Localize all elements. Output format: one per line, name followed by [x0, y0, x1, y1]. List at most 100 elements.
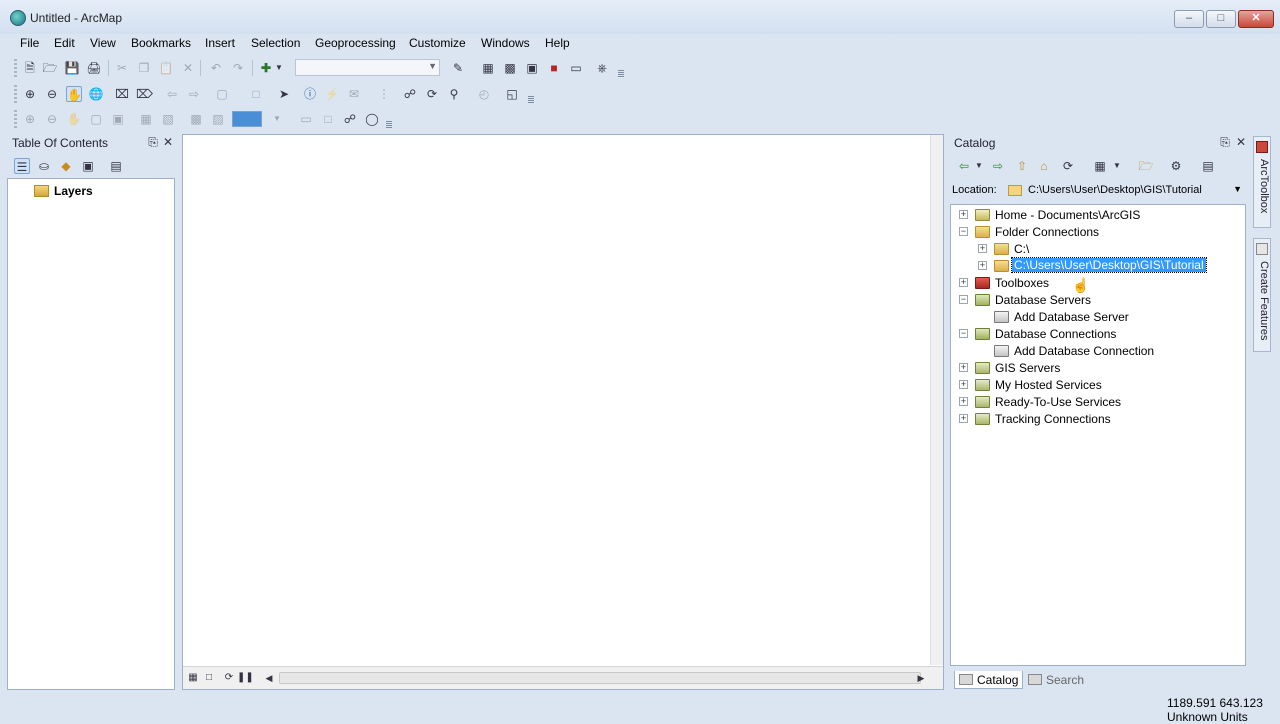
data-frame-layers[interactable]: Layers: [54, 184, 93, 198]
menu-file[interactable]: File: [18, 35, 41, 51]
tree-item-my-hosted-services[interactable]: + My Hosted Services: [951, 377, 1241, 394]
clear-selection-icon[interactable]: □: [248, 86, 264, 102]
location-combo[interactable]: C:\Users\User\Desktop\GIS\Tutorial ▼: [1002, 182, 1242, 200]
tree-item-tutorial-folder[interactable]: + C:\Users\User\Desktop\GIS\Tutorial: [951, 257, 1241, 275]
fixed-zoom-in-icon[interactable]: ⌧: [114, 86, 130, 102]
list-by-source-icon[interactable]: ⛀: [36, 158, 52, 174]
tree-item-tracking-connections[interactable]: + Tracking Connections: [951, 411, 1241, 428]
new-document-icon[interactable]: 🗎: [22, 60, 38, 76]
arctoolbox-icon[interactable]: ■: [546, 60, 562, 76]
redo-icon[interactable]: ↷: [230, 60, 246, 76]
chevron-down-icon[interactable]: ▼: [1233, 184, 1242, 194]
back-arrow-icon[interactable]: ⇦: [956, 158, 972, 174]
home-icon[interactable]: ⌂: [1036, 158, 1052, 174]
fixed-zoom-out-icon[interactable]: ⌦: [136, 86, 153, 102]
tab-search[interactable]: Search: [1024, 671, 1088, 689]
toolbar-grip[interactable]: [14, 59, 17, 77]
catalog-options-icon[interactable]: ▤: [1200, 158, 1216, 174]
maximize-button[interactable]: □: [1206, 10, 1236, 28]
html-popup-icon[interactable]: ✉: [346, 86, 362, 102]
model-builder-icon[interactable]: ⎈: [594, 60, 610, 76]
menu-customize[interactable]: Customize: [407, 35, 468, 51]
paste-icon[interactable]: 📋: [158, 60, 174, 76]
view-options-icon[interactable]: ▦: [1092, 158, 1108, 174]
expand-icon[interactable]: +: [978, 261, 987, 270]
collapse-icon[interactable]: −: [959, 295, 968, 304]
expand-icon[interactable]: +: [959, 397, 968, 406]
time-slider-icon[interactable]: ◴: [476, 86, 492, 102]
close-icon[interactable]: ✕: [1234, 135, 1248, 149]
tree-item-folder-connections[interactable]: − Folder Connections: [951, 224, 1241, 241]
tree-item-gis-servers[interactable]: + GIS Servers: [951, 360, 1241, 377]
create-viewer-window-icon[interactable]: ◱: [504, 86, 520, 102]
scroll-left-icon[interactable]: ◀: [261, 670, 277, 686]
editor-toolbar-icon[interactable]: ✎: [450, 60, 466, 76]
fill-color-swatch[interactable]: [232, 111, 262, 127]
chevron-down-icon[interactable]: ▼: [1112, 158, 1122, 174]
tree-item-c-drive[interactable]: + C:\: [951, 241, 1241, 258]
zoom-in-icon[interactable]: ⊕: [22, 86, 38, 102]
toolbar-grip[interactable]: [14, 85, 17, 103]
bring-to-front-icon[interactable]: ▩: [188, 111, 204, 127]
tree-item-database-servers[interactable]: − Database Servers: [951, 292, 1241, 309]
menu-geoprocessing[interactable]: Geoprocessing: [313, 35, 398, 51]
tree-item-database-connections[interactable]: − Database Connections: [951, 326, 1241, 343]
tree-item-add-database-server[interactable]: Add Database Server: [951, 309, 1241, 326]
full-extent-icon[interactable]: 🌐: [88, 86, 104, 102]
layout-zoom-out-icon[interactable]: ⊖: [44, 111, 60, 127]
copy-icon[interactable]: ❐: [136, 60, 152, 76]
hyperlink-icon[interactable]: ⚡: [324, 86, 340, 102]
tab-catalog[interactable]: Catalog: [954, 671, 1024, 689]
cut-icon[interactable]: ✂: [114, 60, 130, 76]
open-icon[interactable]: 🗁: [42, 60, 58, 76]
map-display[interactable]: ▦ □ ⟳ ❚❚ ◀ ▶: [182, 134, 944, 690]
toolbar-options-icon[interactable]: [386, 121, 392, 129]
layout-zoom-in-icon[interactable]: ⊕: [22, 111, 38, 127]
toc-options-icon[interactable]: ▤: [108, 158, 124, 174]
zoom-100-icon[interactable]: ▣: [110, 111, 126, 127]
toolbar-options-icon[interactable]: [528, 96, 534, 104]
expand-icon[interactable]: +: [959, 380, 968, 389]
pause-drawing-icon[interactable]: ❚❚: [237, 670, 254, 686]
layout-pan-icon[interactable]: ✋: [66, 111, 82, 127]
tab-arctoolbox[interactable]: ArcToolbox: [1253, 136, 1271, 228]
tree-item-toolboxes[interactable]: + Toolboxes: [951, 275, 1241, 292]
menu-help[interactable]: Help: [543, 35, 572, 51]
scroll-right-icon[interactable]: ▶: [913, 670, 929, 686]
python-window-icon[interactable]: ▭: [568, 60, 584, 76]
collapse-icon[interactable]: −: [959, 329, 968, 338]
list-by-drawing-order-icon[interactable]: ☰: [14, 158, 30, 174]
add-data-dropdown-icon[interactable]: ▼: [274, 60, 284, 76]
pin-icon[interactable]: ⎘: [146, 135, 160, 150]
tree-item-add-database-connection[interactable]: Add Database Connection: [951, 343, 1241, 360]
toolbar-grip[interactable]: [14, 110, 17, 128]
effects-icon[interactable]: ◯: [364, 111, 380, 127]
menu-view[interactable]: View: [88, 35, 118, 51]
chevron-down-icon[interactable]: ▼: [974, 158, 984, 174]
delete-icon[interactable]: ✕: [180, 60, 196, 76]
close-icon[interactable]: ✕: [161, 135, 175, 149]
zoom-out-icon[interactable]: ⊖: [44, 86, 60, 102]
minimize-button[interactable]: –: [1174, 10, 1204, 28]
toggle-contents-panel-icon[interactable]: ⚙: [1168, 158, 1184, 174]
refresh-icon[interactable]: ⟳: [221, 670, 237, 686]
go-forward-extent-icon[interactable]: ⇨: [186, 86, 202, 102]
connect-to-folder-icon[interactable]: 🗁: [1138, 158, 1154, 174]
zoom-whole-page-icon[interactable]: ▢: [88, 111, 104, 127]
close-button[interactable]: ✕: [1238, 10, 1274, 28]
chevron-down-icon[interactable]: ▼: [272, 111, 282, 127]
menu-windows[interactable]: Windows: [479, 35, 532, 51]
expand-icon[interactable]: +: [959, 210, 968, 219]
horizontal-scrollbar[interactable]: [279, 672, 921, 684]
expand-icon[interactable]: +: [959, 414, 968, 423]
vertical-scrollbar[interactable]: [930, 135, 943, 665]
forward-arrow-icon[interactable]: ⇨: [990, 158, 1006, 174]
expand-icon[interactable]: +: [959, 278, 968, 287]
menu-edit[interactable]: Edit: [52, 35, 77, 51]
pin-icon[interactable]: ⎘: [1218, 135, 1232, 150]
list-by-visibility-icon[interactable]: ◆: [58, 158, 74, 174]
undo-icon[interactable]: ↶: [208, 60, 224, 76]
expand-icon[interactable]: +: [978, 244, 987, 253]
send-to-back-icon[interactable]: ▨: [210, 111, 226, 127]
refresh-icon[interactable]: ⟳: [1060, 158, 1076, 174]
